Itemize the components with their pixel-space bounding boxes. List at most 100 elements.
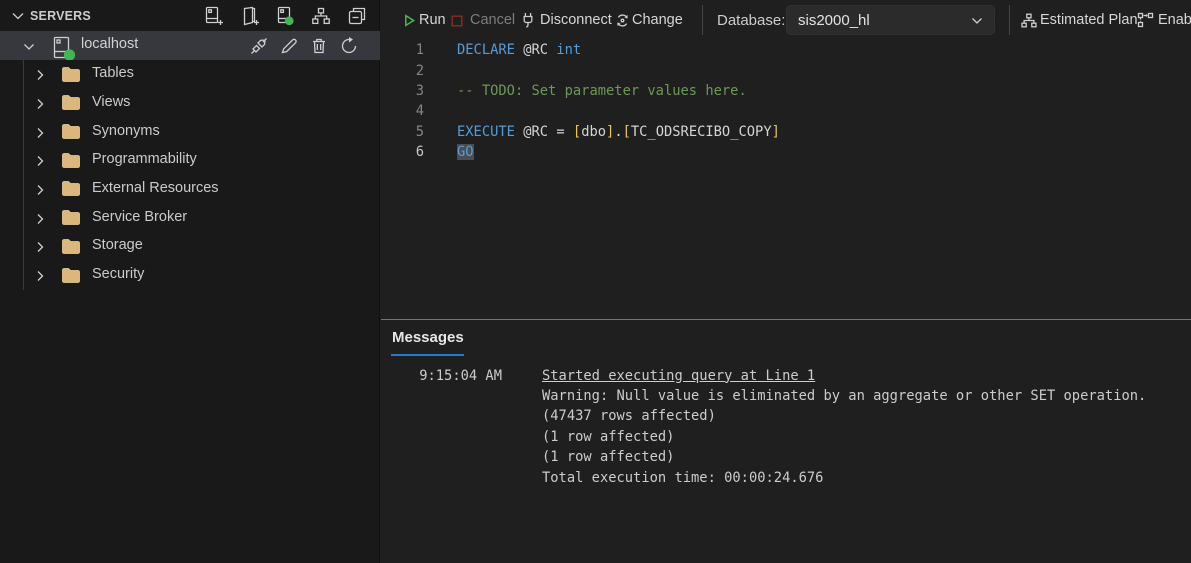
- delete-server-icon[interactable]: [310, 37, 328, 55]
- database-label: Database:: [717, 0, 785, 40]
- tree-item-label: Service Broker: [92, 209, 187, 225]
- chevron-right-icon[interactable]: [33, 240, 47, 254]
- disconnect-icon: [521, 12, 535, 29]
- cancel-icon: [451, 15, 463, 27]
- folder-icon: [61, 180, 81, 197]
- code-line-5[interactable]: 5 EXECUTE @RC = [dbo].[TC_ODSRECIBO_COPY]: [381, 122, 1191, 142]
- collapse-all-icon[interactable]: [347, 6, 367, 26]
- token: [: [573, 124, 581, 140]
- tree-item-label: External Resources: [92, 180, 219, 196]
- line-number: 5: [381, 122, 424, 142]
- token: DECLARE: [457, 42, 515, 58]
- chevron-right-icon[interactable]: [33, 183, 47, 197]
- tree-item-external-resources[interactable]: External Resources: [0, 175, 380, 204]
- active-connections-icon[interactable]: [275, 6, 295, 26]
- message-row: 9:15:04 AM Started executing query at Lin…: [381, 366, 1191, 386]
- chevron-right-icon[interactable]: [33, 269, 47, 283]
- token: dbo: [581, 124, 606, 140]
- code-line-1[interactable]: 1 DECLARE @RC int: [381, 40, 1191, 60]
- chevron-right-icon[interactable]: [33, 212, 47, 226]
- server-expand-chevron-icon[interactable]: [21, 39, 37, 55]
- toolbar-separator-2: [1009, 5, 1010, 35]
- tree-item-label: Synonyms: [92, 123, 160, 139]
- code-text: GO: [457, 142, 474, 162]
- token: @RC =: [515, 124, 573, 140]
- server-row-localhost[interactable]: localhost: [0, 31, 380, 60]
- tree-item-service-broker[interactable]: Service Broker: [0, 204, 380, 233]
- token: TC_ODSRECIBO_COPY: [631, 124, 772, 140]
- message-row: (1 row affected): [381, 427, 1191, 447]
- enable-sqlcmd-label: Enabl: [1158, 12, 1191, 28]
- code-line-3[interactable]: 3 -- TODO: Set parameter values here.: [381, 81, 1191, 101]
- code-line-2[interactable]: 2: [381, 61, 1191, 81]
- enable-sqlcmd-icon: [1137, 11, 1155, 29]
- message-text: (1 row affected): [542, 447, 674, 467]
- estimated-plan-icon: [1021, 13, 1037, 28]
- tree-item-synonyms[interactable]: Synonyms: [0, 118, 380, 147]
- servers-collapse-chevron-icon[interactable]: [9, 7, 27, 25]
- folder-icon: [61, 238, 81, 255]
- message-text: (1 row affected): [542, 427, 674, 447]
- tree-item-views[interactable]: Views: [0, 89, 380, 118]
- token: [: [623, 124, 631, 140]
- token: @RC: [515, 42, 556, 58]
- line-number: 4: [381, 101, 424, 121]
- new-server-group-icon[interactable]: [239, 6, 259, 26]
- database-dropdown[interactable]: sis2000_hl: [786, 5, 995, 35]
- servers-header: SERVERS: [0, 0, 379, 31]
- code-line-6[interactable]: 6GO: [381, 142, 1191, 162]
- tree-item-label: Views: [92, 94, 130, 110]
- token: ]: [772, 124, 780, 140]
- edit-server-icon[interactable]: [280, 37, 298, 55]
- tree-item-tables[interactable]: Tables: [0, 60, 380, 89]
- tree-item-programmability[interactable]: Programmability: [0, 146, 380, 175]
- message-text: Warning: Null value is eliminated by an …: [542, 386, 1146, 406]
- folder-icon: [61, 66, 81, 83]
- chevron-right-icon[interactable]: [33, 154, 47, 168]
- chevron-right-icon[interactable]: [33, 97, 47, 111]
- run-label: Run: [419, 12, 446, 28]
- servers-sidebar: SERVERS: [0, 0, 380, 563]
- message-timestamp: 9:15:04 AM: [417, 366, 502, 386]
- run-icon: [403, 14, 416, 27]
- token: int: [556, 42, 581, 58]
- change-connection-label: Change: [632, 12, 683, 28]
- folder-icon: [61, 94, 81, 111]
- estimated-plan-label: Estimated Plan: [1040, 12, 1138, 28]
- message-text: Total execution time: 00:00:24.676: [542, 468, 823, 488]
- change-connection-icon: [615, 13, 630, 28]
- line-number: 1: [381, 40, 424, 60]
- token: EXECUTE: [457, 124, 515, 140]
- query-toolbar: Run Cancel Disconnect Change: [381, 0, 1191, 40]
- tree-item-label: Security: [92, 266, 144, 282]
- message-link[interactable]: Started executing query at Line 1: [542, 366, 815, 386]
- sidebar-title: SERVERS: [30, 9, 91, 23]
- token: -- TODO: Set parameter values here.: [457, 83, 747, 99]
- code-line-4[interactable]: 4: [381, 101, 1191, 121]
- line-number: 3: [381, 81, 424, 101]
- tree-item-storage[interactable]: Storage: [0, 232, 380, 261]
- chevron-right-icon[interactable]: [33, 68, 47, 82]
- query-editor-area: Run Cancel Disconnect Change: [381, 0, 1191, 563]
- tree-item-label: Programmability: [92, 151, 197, 167]
- tab-messages[interactable]: Messages: [392, 329, 464, 346]
- code-text: EXECUTE @RC = [dbo].[TC_ODSRECIBO_COPY]: [457, 122, 780, 142]
- tree-item-label: Tables: [92, 65, 134, 81]
- chevron-right-icon[interactable]: [33, 126, 47, 140]
- folder-icon: [61, 209, 81, 226]
- database-dropdown-chevron-icon: [969, 13, 985, 29]
- disconnect-label: Disconnect: [540, 12, 612, 28]
- connections-tree-icon[interactable]: [311, 6, 331, 26]
- azure-data-studio-window: SERVERS: [0, 0, 1191, 563]
- message-row: Warning: Null value is eliminated by an …: [381, 386, 1191, 406]
- sql-editor[interactable]: 1 DECLARE @RC int 23 -- TODO: Set parameter…: [381, 40, 1191, 319]
- disconnect-server-icon[interactable]: [250, 37, 268, 55]
- server-name: localhost: [81, 36, 138, 52]
- folder-icon: [61, 123, 81, 140]
- refresh-server-icon[interactable]: [340, 37, 358, 55]
- message-row: (47437 rows affected): [381, 406, 1191, 426]
- tree-item-security[interactable]: Security: [0, 261, 380, 290]
- server-icon: [52, 34, 78, 60]
- folder-icon: [61, 267, 81, 284]
- new-connection-icon[interactable]: [203, 6, 223, 26]
